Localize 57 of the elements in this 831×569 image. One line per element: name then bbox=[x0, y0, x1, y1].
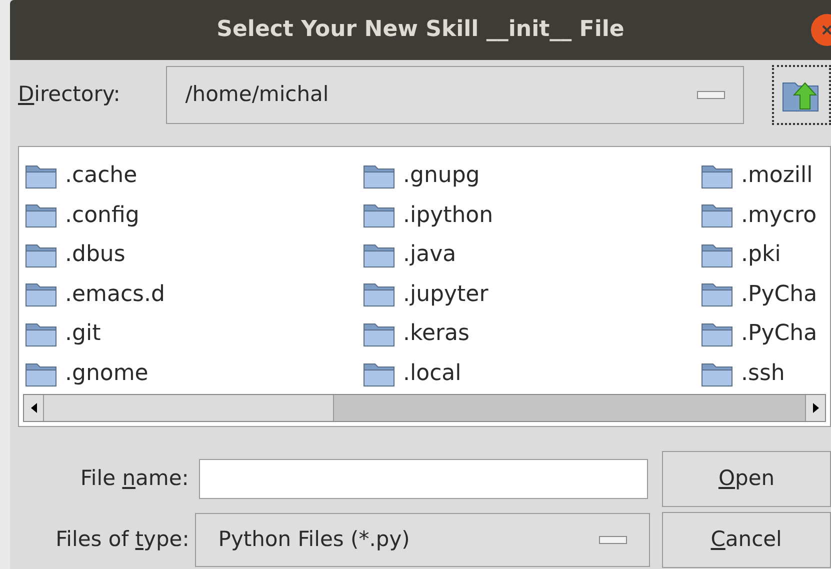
folder-icon bbox=[363, 202, 395, 228]
folder-name[interactable]: .PyCha bbox=[741, 317, 818, 350]
folder-name[interactable]: .emacs.d bbox=[65, 278, 165, 311]
folder-name[interactable]: .gnome bbox=[65, 357, 148, 390]
folder-icon bbox=[701, 320, 733, 347]
file-type-label: Files of type: bbox=[54, 526, 190, 554]
folder-icon bbox=[701, 242, 733, 268]
folder-icon bbox=[701, 281, 733, 308]
scroll-right-button[interactable] bbox=[805, 395, 825, 422]
folder-icon bbox=[25, 242, 57, 268]
file-type-value: Python Files (*.py) bbox=[218, 526, 410, 554]
dropdown-indicator-icon bbox=[696, 90, 725, 99]
folder-icon bbox=[363, 281, 395, 308]
cancel-button[interactable]: Cancel bbox=[662, 512, 831, 568]
folder-icon bbox=[701, 360, 733, 387]
folder-icon bbox=[25, 202, 57, 228]
folder-icon bbox=[363, 162, 395, 189]
right-arrow-icon bbox=[812, 403, 818, 414]
scrollbar-thumb[interactable] bbox=[44, 395, 334, 422]
folder-name[interactable]: .dbus bbox=[65, 238, 126, 272]
folder-name[interactable]: .mozill bbox=[741, 159, 813, 192]
folder-name[interactable]: .jupyter bbox=[403, 278, 488, 311]
folder-icon bbox=[701, 162, 733, 189]
folder-name[interactable]: .pki bbox=[741, 238, 781, 272]
file-name-input[interactable] bbox=[198, 459, 648, 500]
folder-icon bbox=[25, 360, 57, 387]
close-icon bbox=[822, 25, 831, 35]
folder-icon bbox=[363, 360, 395, 387]
directory-dropdown[interactable]: /home/michal bbox=[166, 66, 744, 124]
up-folder-button[interactable] bbox=[772, 64, 831, 125]
folder-name[interactable]: .PyCha bbox=[741, 278, 818, 311]
folder-name[interactable]: .cache bbox=[65, 159, 138, 192]
folder-icon bbox=[25, 162, 57, 189]
folder-name[interactable]: .keras bbox=[403, 317, 470, 350]
open-button[interactable]: Open bbox=[662, 451, 831, 508]
file-type-dropdown[interactable]: Python Files (*.py) bbox=[195, 513, 650, 568]
folder-icon bbox=[25, 281, 57, 308]
folder-icon bbox=[701, 202, 733, 228]
folder-icon bbox=[25, 320, 57, 347]
folder-name[interactable]: .ssh bbox=[741, 357, 785, 390]
file-name-label: File name: bbox=[79, 465, 190, 492]
scroll-left-button[interactable] bbox=[24, 395, 44, 422]
folder-name[interactable]: .java bbox=[403, 238, 456, 272]
directory-label: Directory: bbox=[18, 81, 122, 108]
horizontal-scrollbar[interactable] bbox=[23, 394, 826, 422]
folder-icon bbox=[363, 242, 395, 268]
folder-name[interactable]: .mycro bbox=[741, 198, 817, 232]
folder-icon bbox=[363, 320, 395, 347]
dropdown-indicator-icon bbox=[598, 536, 627, 544]
folder-name[interactable]: .gnupg bbox=[403, 159, 480, 192]
folder-name[interactable]: .local bbox=[403, 357, 462, 390]
folder-name[interactable]: .git bbox=[65, 317, 101, 350]
left-arrow-icon bbox=[30, 403, 36, 414]
window-title: Select Your New Skill __init__ File bbox=[216, 16, 624, 44]
folder-name[interactable]: .ipython bbox=[403, 198, 494, 232]
directory-value: /home/michal bbox=[185, 81, 329, 108]
folder-name[interactable]: .config bbox=[65, 198, 140, 232]
